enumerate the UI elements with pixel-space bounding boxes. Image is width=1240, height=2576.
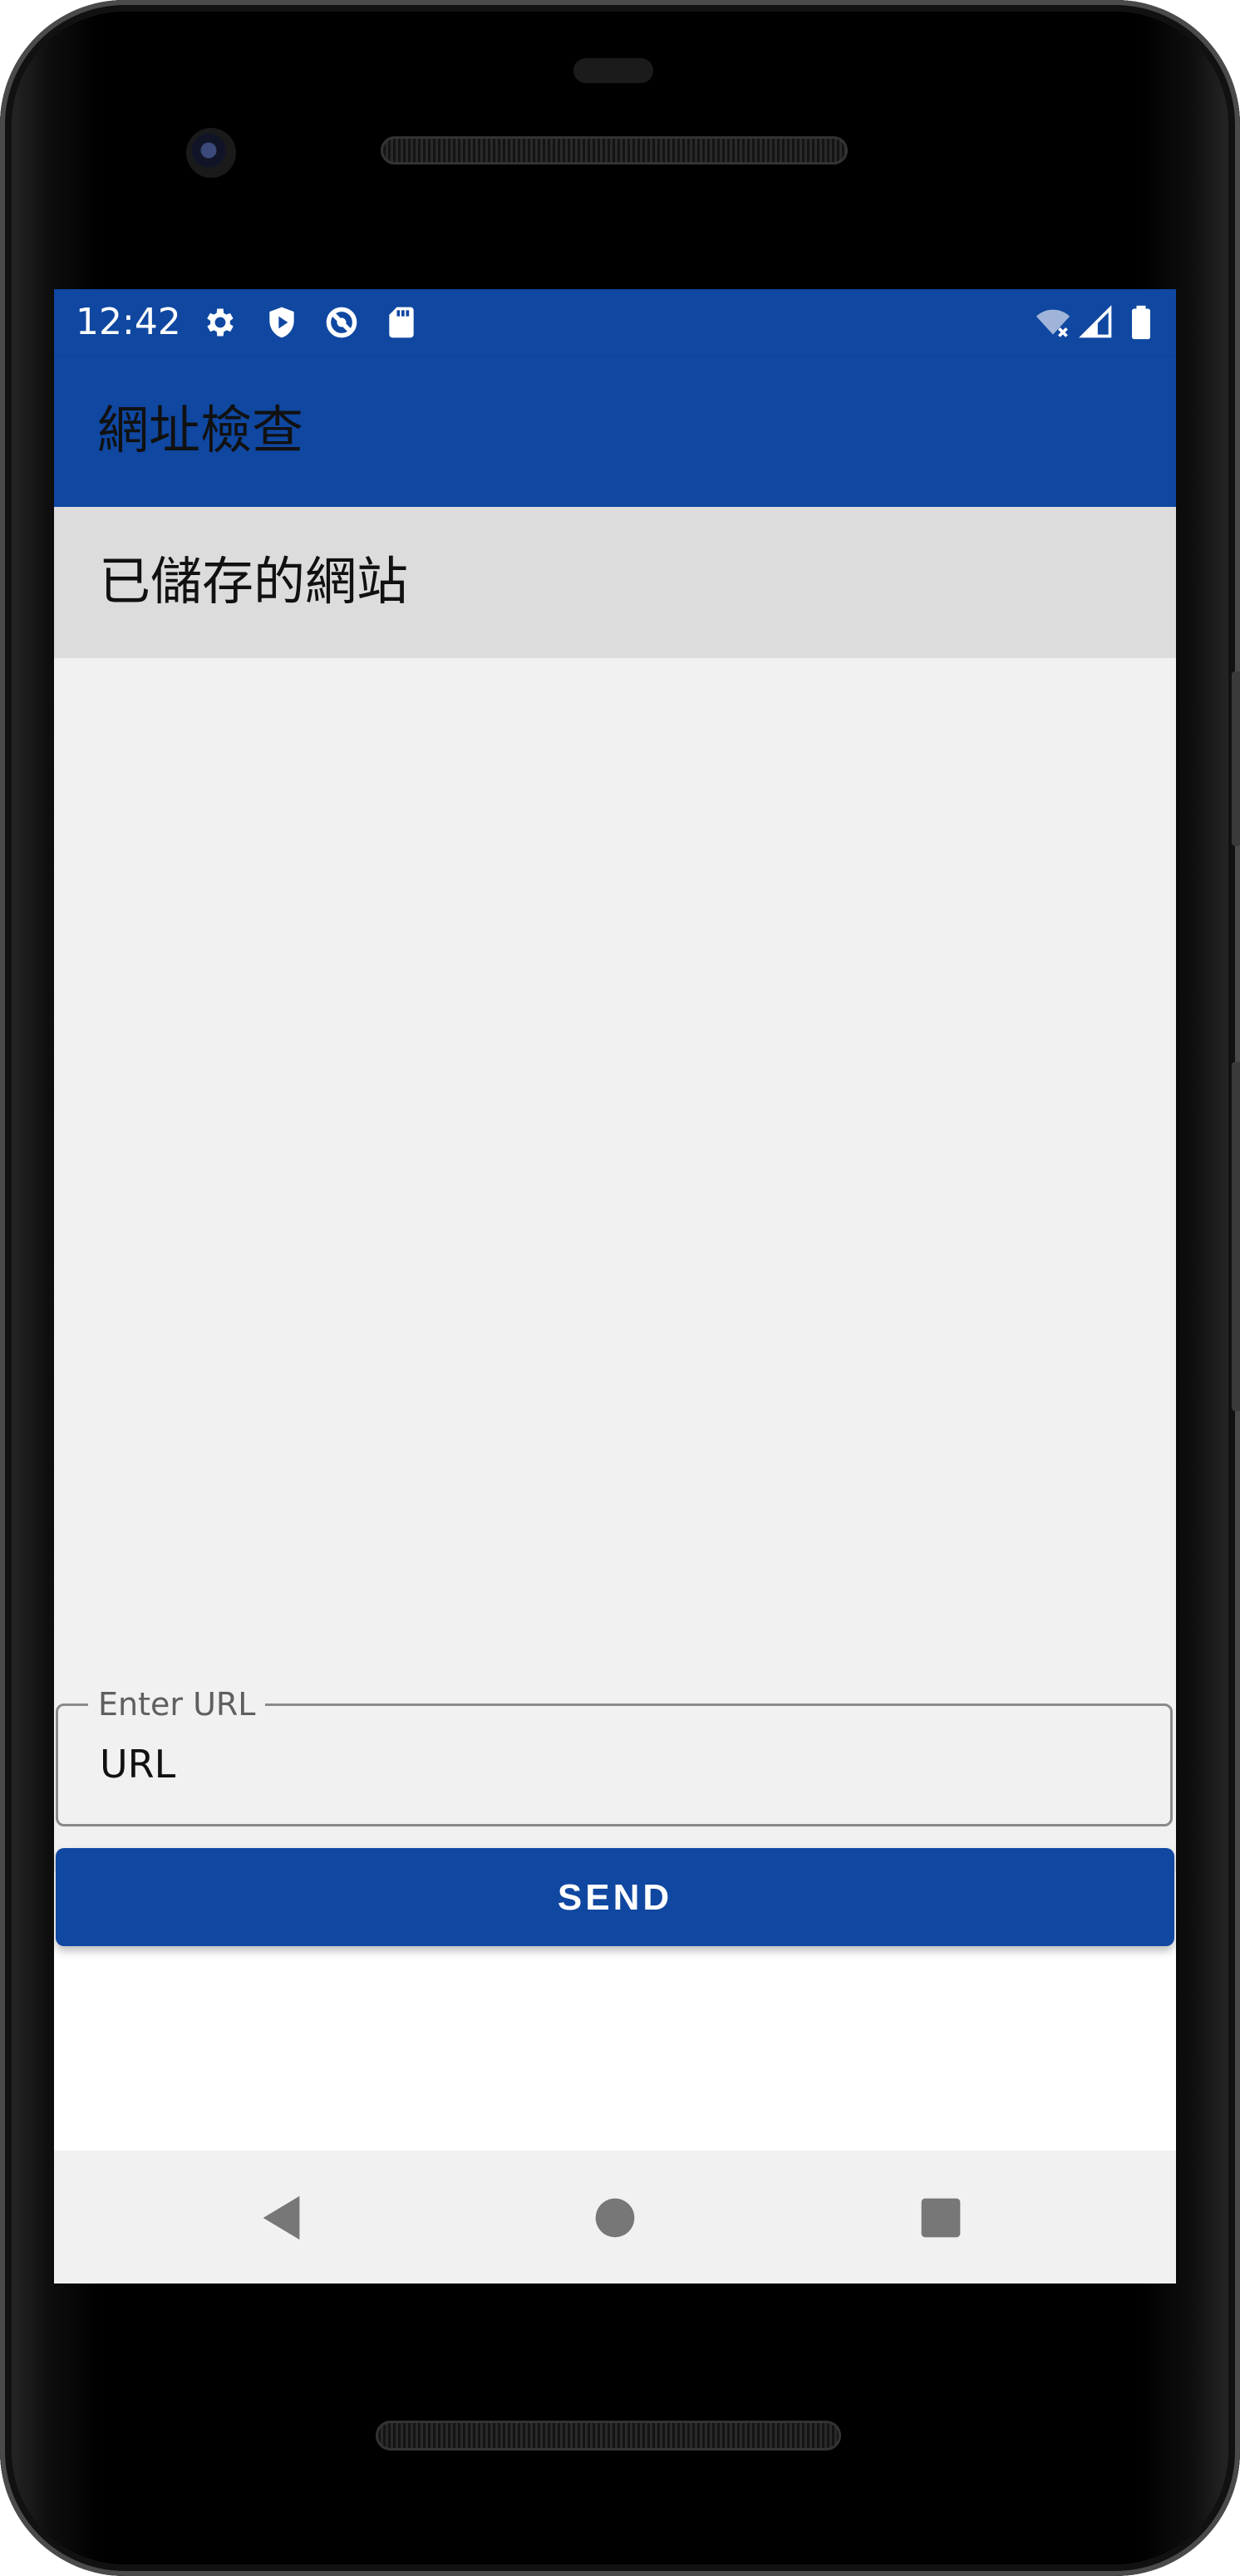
- app-bar: 網址檢查: [54, 357, 1176, 507]
- settings-icon: [202, 304, 239, 341]
- power-button: [1232, 671, 1240, 846]
- data-saver-icon: [323, 304, 360, 341]
- wifi-icon: [1035, 304, 1071, 341]
- home-icon[interactable]: [586, 2189, 644, 2247]
- url-input[interactable]: [100, 1741, 1097, 1787]
- page-title: 網址檢查: [97, 400, 304, 460]
- phone-frame: 12:42 網址檢查 已儲存的網站 Enter URL URL SEND: [0, 0, 1240, 2576]
- shield-play-icon: [263, 304, 300, 341]
- volume-button: [1232, 1062, 1240, 1411]
- back-icon[interactable]: [253, 2189, 312, 2247]
- saved-sites-list[interactable]: Enter URL SEND: [54, 658, 1176, 1946]
- send-button-label: SEND: [557, 1877, 673, 1918]
- cellular-signal-icon: [1078, 304, 1115, 341]
- battery-icon: [1123, 304, 1159, 341]
- send-button[interactable]: SEND: [56, 1848, 1174, 1946]
- status-bar: 12:42: [54, 289, 1176, 357]
- recents-icon[interactable]: [912, 2189, 970, 2247]
- front-camera: [186, 128, 236, 178]
- sensor: [573, 58, 653, 83]
- top-speaker: [381, 136, 848, 165]
- screen: 12:42 網址檢查 已儲存的網站 Enter URL URL SEND: [54, 289, 1176, 2283]
- sd-card-icon: [383, 304, 420, 341]
- saved-sites-header: 已儲存的網站: [54, 507, 1176, 658]
- bottom-speaker: [376, 2421, 841, 2451]
- url-field-label: Enter URL: [88, 1686, 266, 1723]
- navigation-bar: [54, 2151, 1176, 2283]
- url-field[interactable]: Enter URL: [56, 1686, 1173, 1826]
- status-time: 12:42: [76, 301, 181, 343]
- saved-sites-title: 已儲存的網站: [99, 551, 409, 612]
